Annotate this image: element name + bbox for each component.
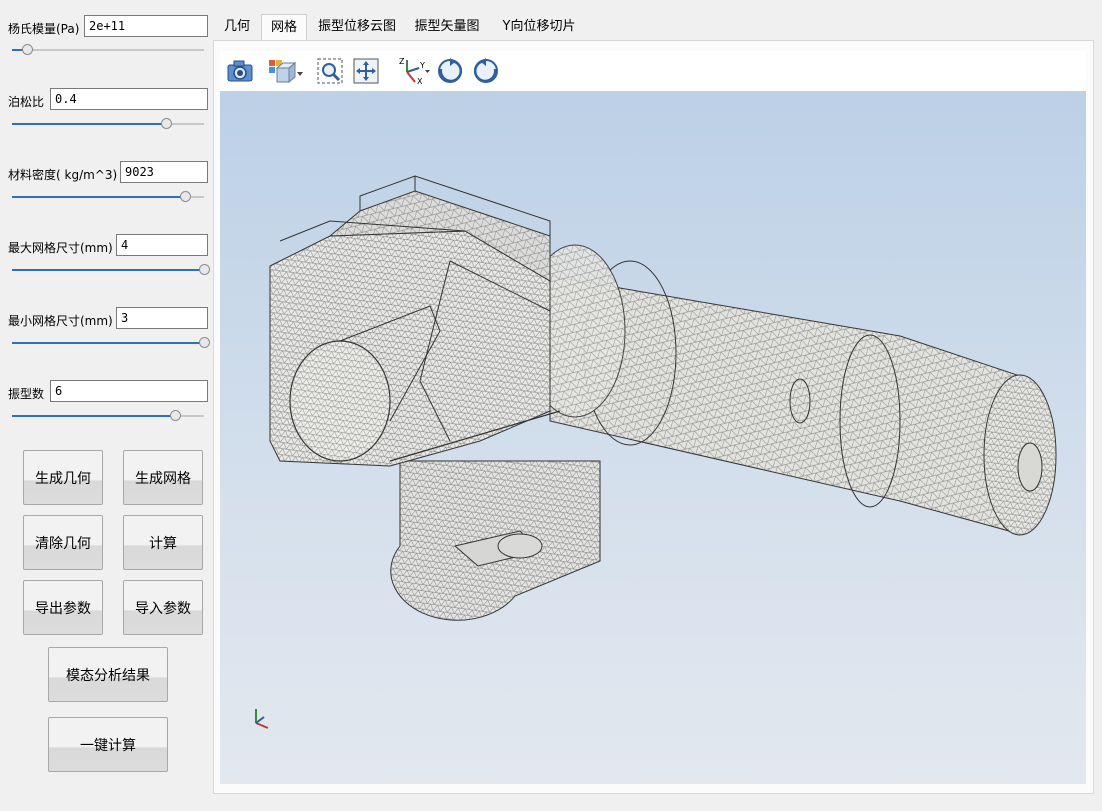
axis-letter-y: Y (419, 61, 425, 70)
compute-button[interactable]: 计算 (123, 515, 203, 570)
rotate-cw-icon[interactable] (434, 55, 466, 87)
slider-handle[interactable] (179, 191, 191, 202)
viewer-toolbar: Z Y X (220, 51, 1086, 91)
tab-mesh[interactable]: 网格 (261, 14, 307, 40)
slider-handle[interactable] (170, 410, 182, 421)
density-label: 材料密度( kg/m^3) (8, 168, 118, 182)
modal-results-button[interactable]: 模态分析结果 (48, 647, 168, 702)
max-mesh-size-slider[interactable] (12, 262, 210, 278)
slider-handle[interactable] (160, 118, 172, 129)
mesh-viewport[interactable] (220, 91, 1086, 784)
tab-geometry[interactable]: 几何 (215, 14, 259, 40)
mesh-main-block (269, 175, 561, 467)
youngs-modulus-slider[interactable] (12, 42, 204, 58)
mode-count-label: 振型数 (8, 387, 45, 401)
import-params-button[interactable]: 导入参数 (123, 580, 203, 635)
axis-letter-x: X (417, 77, 423, 86)
mode-count-slider[interactable] (12, 408, 204, 424)
clear-geometry-button[interactable]: 清除几何 (23, 515, 103, 570)
mesh-model (255, 175, 1057, 729)
slider-handle[interactable] (199, 337, 210, 348)
slider-handle[interactable] (22, 44, 34, 55)
generate-mesh-button[interactable]: 生成网格 (123, 450, 203, 505)
poisson-ratio-slider[interactable] (12, 116, 204, 132)
mesh-shaft (524, 244, 1057, 536)
density-slider[interactable] (12, 189, 204, 205)
fit-view-icon[interactable] (350, 55, 382, 87)
min-mesh-size-slider[interactable] (12, 335, 210, 351)
axis-triad-icon (255, 709, 269, 729)
generate-geometry-button[interactable]: 生成几何 (23, 450, 103, 505)
tab-y-displacement-slice[interactable]: Y向位移切片 (493, 14, 585, 40)
axis-letter-z: Z (399, 57, 405, 66)
min-mesh-size-label: 最小网格尺寸(mm) (8, 314, 113, 328)
poisson-ratio-label: 泊松比 (8, 95, 45, 109)
mesh-lower-disc (390, 460, 601, 621)
camera-icon[interactable] (224, 55, 256, 87)
tab-mode-vector[interactable]: 振型矢量图 (409, 14, 485, 40)
poisson-ratio-input[interactable]: 0.4 (50, 88, 208, 110)
zoom-box-icon[interactable] (314, 55, 346, 87)
slider-handle[interactable] (199, 264, 210, 275)
axes-orientation-icon[interactable]: Z Y X (394, 55, 432, 87)
youngs-modulus-input[interactable]: 2e+11 (84, 15, 208, 37)
density-input[interactable]: 9023 (120, 161, 208, 183)
tab-mode-displacement-contour[interactable]: 振型位移云图 (313, 14, 401, 40)
mode-count-input[interactable]: 6 (50, 380, 208, 402)
youngs-modulus-label: 杨氏模量(Pa) (8, 22, 80, 36)
max-mesh-size-label: 最大网格尺寸(mm) (8, 241, 113, 255)
one-click-compute-button[interactable]: 一键计算 (48, 717, 168, 772)
view-cube-icon[interactable] (266, 55, 306, 87)
rotate-ccw-icon[interactable] (470, 55, 502, 87)
export-params-button[interactable]: 导出参数 (23, 580, 103, 635)
max-mesh-size-input[interactable]: 4 (116, 234, 208, 256)
min-mesh-size-input[interactable]: 3 (116, 307, 208, 329)
